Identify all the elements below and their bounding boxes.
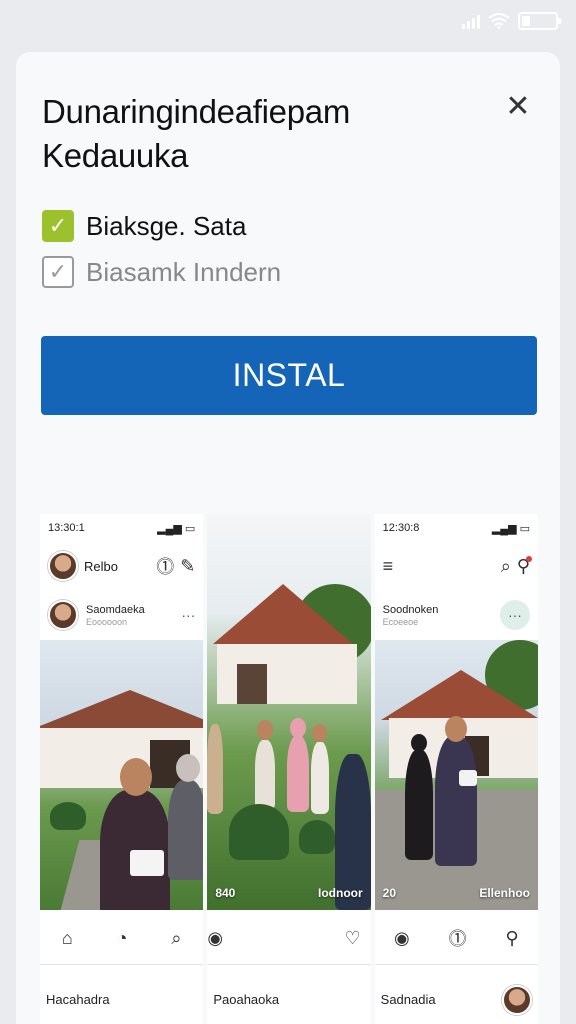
option-row-1[interactable]: ✓ Biaksge. Sata	[42, 210, 246, 242]
mini-header-name: Relbo	[84, 558, 118, 574]
caption-left: 20	[382, 886, 397, 900]
more-icon: ···	[499, 600, 530, 630]
app-screenshot-1[interactable]: 13:30:1 ▂▄▆ ▭ Relbo ⓵ ✎ Saomdaeka Eooooo…	[40, 514, 204, 1024]
profile-icon: ⚲	[516, 555, 532, 576]
option-label-2: Biasamk Inndern	[86, 256, 282, 287]
footer-text: Paoahaoka	[213, 992, 280, 1007]
option-row-2[interactable]: ✓ Biasamk Inndern	[42, 256, 281, 288]
post-avatar	[48, 600, 78, 630]
post-author: Saomdaeka	[86, 603, 145, 616]
mini-footer: Hacahadra	[40, 964, 204, 1024]
mini-time: 13:30:1	[48, 522, 85, 534]
wifi-icon	[488, 13, 510, 29]
avatar-icon: ◉	[207, 927, 224, 948]
mini-bottom-nav: ⌂ ◔ ⌕	[40, 918, 203, 958]
edit-icon: ✎	[180, 555, 196, 576]
mini-footer: Paoahaoka	[207, 964, 371, 1024]
heart-icon: ♡	[344, 927, 361, 948]
caption-right: Ellenhoo	[479, 886, 530, 900]
more-icon: ···	[181, 607, 196, 623]
footer-text: Hacahadra	[46, 992, 110, 1007]
install-sheet: Dunaringindeafiepam Kedauuka ✕ ✓ Biaksge…	[16, 52, 560, 1024]
app-screenshot-3[interactable]: 12:30:8 ▂▄▆ ▭ ≡ ⌕ ⚲ Soodnoken Ecoeeoe ··…	[374, 514, 538, 1024]
post-header: Soodnoken Ecoeeoe ···	[375, 594, 538, 636]
photo-caption: 20 Ellenhoo	[383, 886, 530, 900]
battery-icon	[518, 12, 561, 30]
info-icon: ⓵	[448, 929, 467, 949]
post-photo: 840 Iodnoor	[207, 514, 371, 910]
mini-header: Relbo ⓵ ✎	[40, 544, 203, 588]
mini-bottom-nav: ◉ ⓵ ⚲	[375, 918, 538, 958]
status-icons	[462, 12, 561, 30]
caption-left: 840	[215, 886, 236, 900]
footer-avatar	[501, 984, 532, 1015]
close-icon[interactable]: ✕	[500, 88, 536, 124]
photo-caption: 840 Iodnoor	[215, 886, 362, 900]
mini-header: ≡ ⌕ ⚲	[375, 544, 538, 588]
footer-text: Sadnadia	[380, 992, 436, 1007]
status-bar	[0, 0, 576, 44]
search-icon: ⌕	[500, 555, 511, 576]
mini-status-bar: 12:30:8 ▂▄▆ ▭	[383, 520, 530, 536]
post-author: Soodnoken	[382, 603, 439, 616]
user-icon: ⚲	[505, 927, 519, 948]
post-header: Saomdaeka Eoooooon ···	[40, 594, 203, 636]
search-icon: ⌕	[171, 927, 182, 948]
mini-footer: Sadnadia	[374, 964, 538, 1024]
checkbox-icon[interactable]: ✓	[42, 256, 74, 288]
avatar-icon: ◉	[394, 927, 410, 948]
caption-right: Iodnoor	[318, 886, 363, 900]
mini-bottom-nav: ◉ ♡	[207, 918, 370, 958]
avatar	[48, 551, 78, 581]
post-photo: 20 Ellenhoo	[374, 640, 538, 910]
mini-signal-icon: ▂▄▆ ▭	[157, 522, 196, 535]
home-icon: ⌂	[61, 927, 73, 948]
app-title: Dunaringindeafiepam Kedauuka	[42, 93, 351, 174]
checkbox-checked-icon[interactable]: ✓	[42, 210, 74, 242]
post-subtitle: Eoooooon	[86, 616, 128, 627]
option-label-1: Biaksge. Sata	[86, 210, 247, 241]
mini-status-bar: 13:30:1 ▂▄▆ ▭	[48, 520, 195, 536]
menu-icon: ≡	[382, 555, 394, 576]
screenshot-carousel[interactable]: 13:30:1 ▂▄▆ ▭ Relbo ⓵ ✎ Saomdaeka Eooooo…	[40, 514, 538, 1024]
mini-time: 12:30:8	[382, 522, 420, 534]
mini-signal-icon: ▂▄▆ ▭	[491, 522, 530, 535]
info-icon: ⓵	[156, 557, 175, 577]
signal-icon	[462, 13, 480, 29]
post-photo	[40, 640, 204, 910]
install-button[interactable]: INSTAL	[41, 336, 537, 415]
post-subtitle: Ecoeeoe	[382, 616, 419, 627]
app-screenshot-2[interactable]: 840 Iodnoor ◉ ♡ Paoahaoka	[207, 514, 371, 1024]
notification-icon: ◔	[116, 927, 128, 948]
